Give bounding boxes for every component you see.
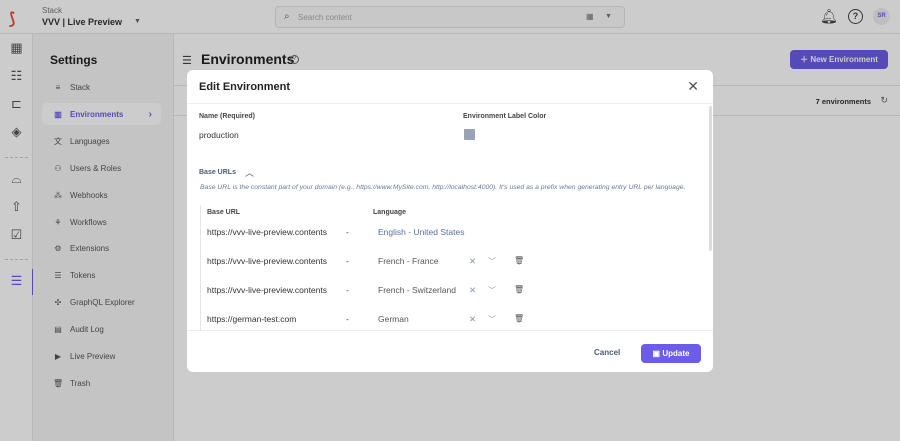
base-urls-toggle[interactable]: Base URLs [199, 169, 236, 176]
button-label: Update [662, 349, 690, 358]
base-url-hint: Base URL is the constant part of your do… [200, 184, 686, 191]
language-value: English - United States [378, 227, 465, 237]
column-header-language: Language [373, 209, 407, 216]
base-url-value[interactable]: https://german-test.com [207, 314, 296, 324]
separator: - [346, 256, 349, 266]
separator: - [346, 227, 349, 237]
table-row: https://vvv-live-preview.contents - Fren… [207, 285, 707, 305]
modal-title: Edit Environment [199, 81, 291, 93]
language-select[interactable]: French - France [378, 256, 438, 266]
modal-footer: Cancel ▣ Update [187, 330, 713, 372]
separator: - [346, 285, 349, 295]
chevron-down-icon[interactable]: ﹀ [488, 256, 496, 267]
edit-environment-modal: Edit Environment ✕ Name (Required) produ… [187, 70, 713, 372]
table-row: https://vvv-live-preview.contents - Engl… [207, 227, 707, 247]
chevron-down-icon[interactable]: ﹀ [488, 314, 496, 325]
base-url-value[interactable]: https://vvv-live-preview.contents [207, 227, 327, 237]
name-field[interactable]: production [199, 130, 239, 140]
language-select[interactable]: German [378, 314, 409, 324]
modal-header: Edit Environment ✕ [187, 70, 713, 104]
name-label: Name (Required) [199, 113, 256, 120]
base-url-table: Base URL Language https://vvv-live-previ… [200, 205, 710, 330]
language-select[interactable]: French - Switzerland [378, 285, 456, 295]
update-button[interactable]: ▣ Update [641, 344, 701, 363]
chevron-down-icon[interactable]: ﹀ [488, 285, 496, 296]
close-icon[interactable]: ✕ [687, 78, 699, 95]
base-url-value[interactable]: https://vvv-live-preview.contents [207, 285, 327, 295]
delete-icon[interactable]: 🗑︎ [514, 314, 524, 323]
cancel-button[interactable]: Cancel [594, 348, 620, 357]
clear-icon[interactable]: ✕ [469, 285, 476, 296]
base-url-value[interactable]: https://vvv-live-preview.contents [207, 256, 327, 266]
clear-icon[interactable]: ✕ [469, 256, 476, 267]
column-header-base-url: Base URL [207, 209, 241, 216]
label-color-swatch[interactable] [464, 129, 475, 140]
delete-icon[interactable]: 🗑︎ [514, 256, 524, 265]
delete-icon[interactable]: 🗑︎ [514, 285, 524, 294]
save-icon: ▣ [652, 349, 661, 358]
table-row: https://vvv-live-preview.contents - Fren… [207, 256, 707, 276]
clear-icon[interactable]: ✕ [469, 314, 476, 325]
chevron-up-icon[interactable]: ︿ [245, 166, 254, 179]
separator: - [346, 314, 349, 324]
color-label: Environment Label Color [463, 113, 547, 120]
